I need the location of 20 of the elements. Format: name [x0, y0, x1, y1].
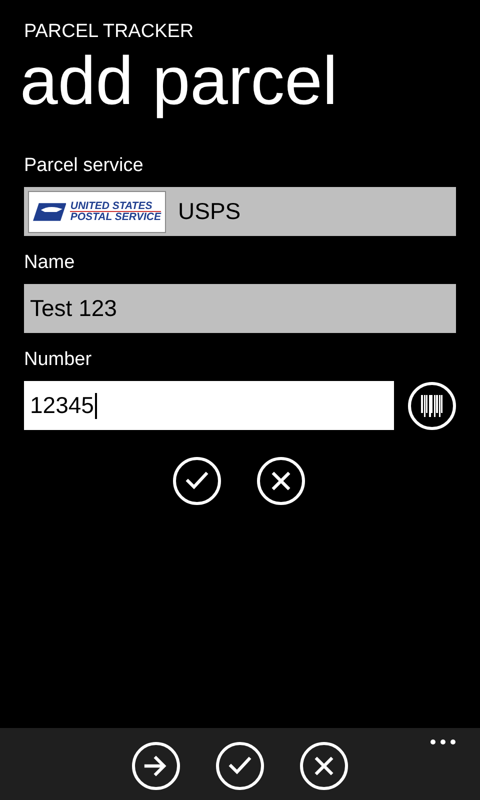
- cancel-button[interactable]: [257, 457, 305, 505]
- logo-text: UNITED STATES: [70, 200, 161, 212]
- text-cursor: [94, 392, 97, 418]
- eagle-icon: [33, 200, 66, 222]
- service-picker[interactable]: UNITED STATES POSTAL SERVICE USPS: [24, 187, 456, 236]
- page-title: add parcel: [20, 43, 339, 119]
- app-title: PARCEL TRACKER: [24, 21, 195, 43]
- field-label: Parcel service: [24, 155, 144, 177]
- cancel-button[interactable]: [300, 742, 348, 790]
- scan-button[interactable]: [408, 382, 456, 430]
- barcode-icon: [421, 394, 443, 416]
- field-label: Name: [24, 252, 76, 274]
- input-field[interactable]: 12345: [24, 381, 394, 430]
- logo-text: POSTAL SERVICE: [70, 212, 161, 222]
- more-icon[interactable]: [430, 739, 456, 745]
- field-label: Number: [24, 349, 93, 371]
- input-field[interactable]: Test 123: [24, 284, 456, 333]
- confirm-button[interactable]: [216, 742, 264, 790]
- next-button[interactable]: [132, 742, 180, 790]
- confirm-button[interactable]: [173, 457, 221, 505]
